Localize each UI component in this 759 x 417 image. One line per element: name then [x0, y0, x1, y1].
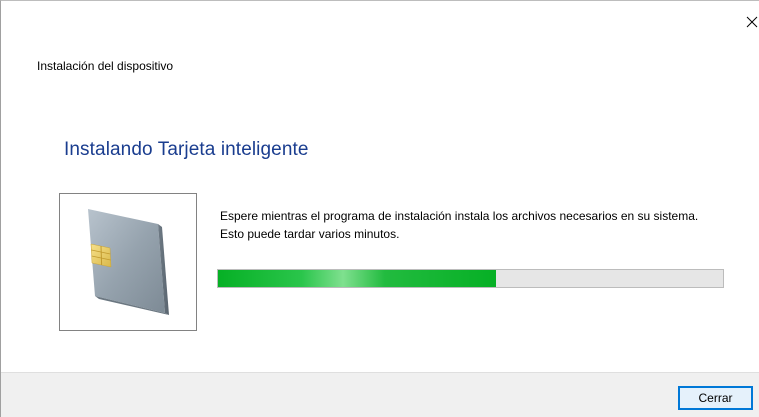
page-heading: Instalando Tarjeta inteligente: [64, 139, 309, 160]
device-installation-dialog: Instalación del dispositivo Instalando T…: [0, 0, 759, 417]
device-image-frame: [59, 193, 197, 331]
install-message: Espere mientras el programa de instalaci…: [220, 209, 699, 241]
smart-card-icon: [88, 209, 169, 315]
dialog-footer: Cerrar: [1, 372, 759, 417]
progress-bar-fill: [218, 270, 496, 287]
close-button[interactable]: Cerrar: [678, 386, 753, 410]
close-icon[interactable]: [745, 15, 759, 29]
progress-bar: [217, 269, 724, 288]
dialog-title: Instalación del dispositivo: [37, 59, 174, 73]
